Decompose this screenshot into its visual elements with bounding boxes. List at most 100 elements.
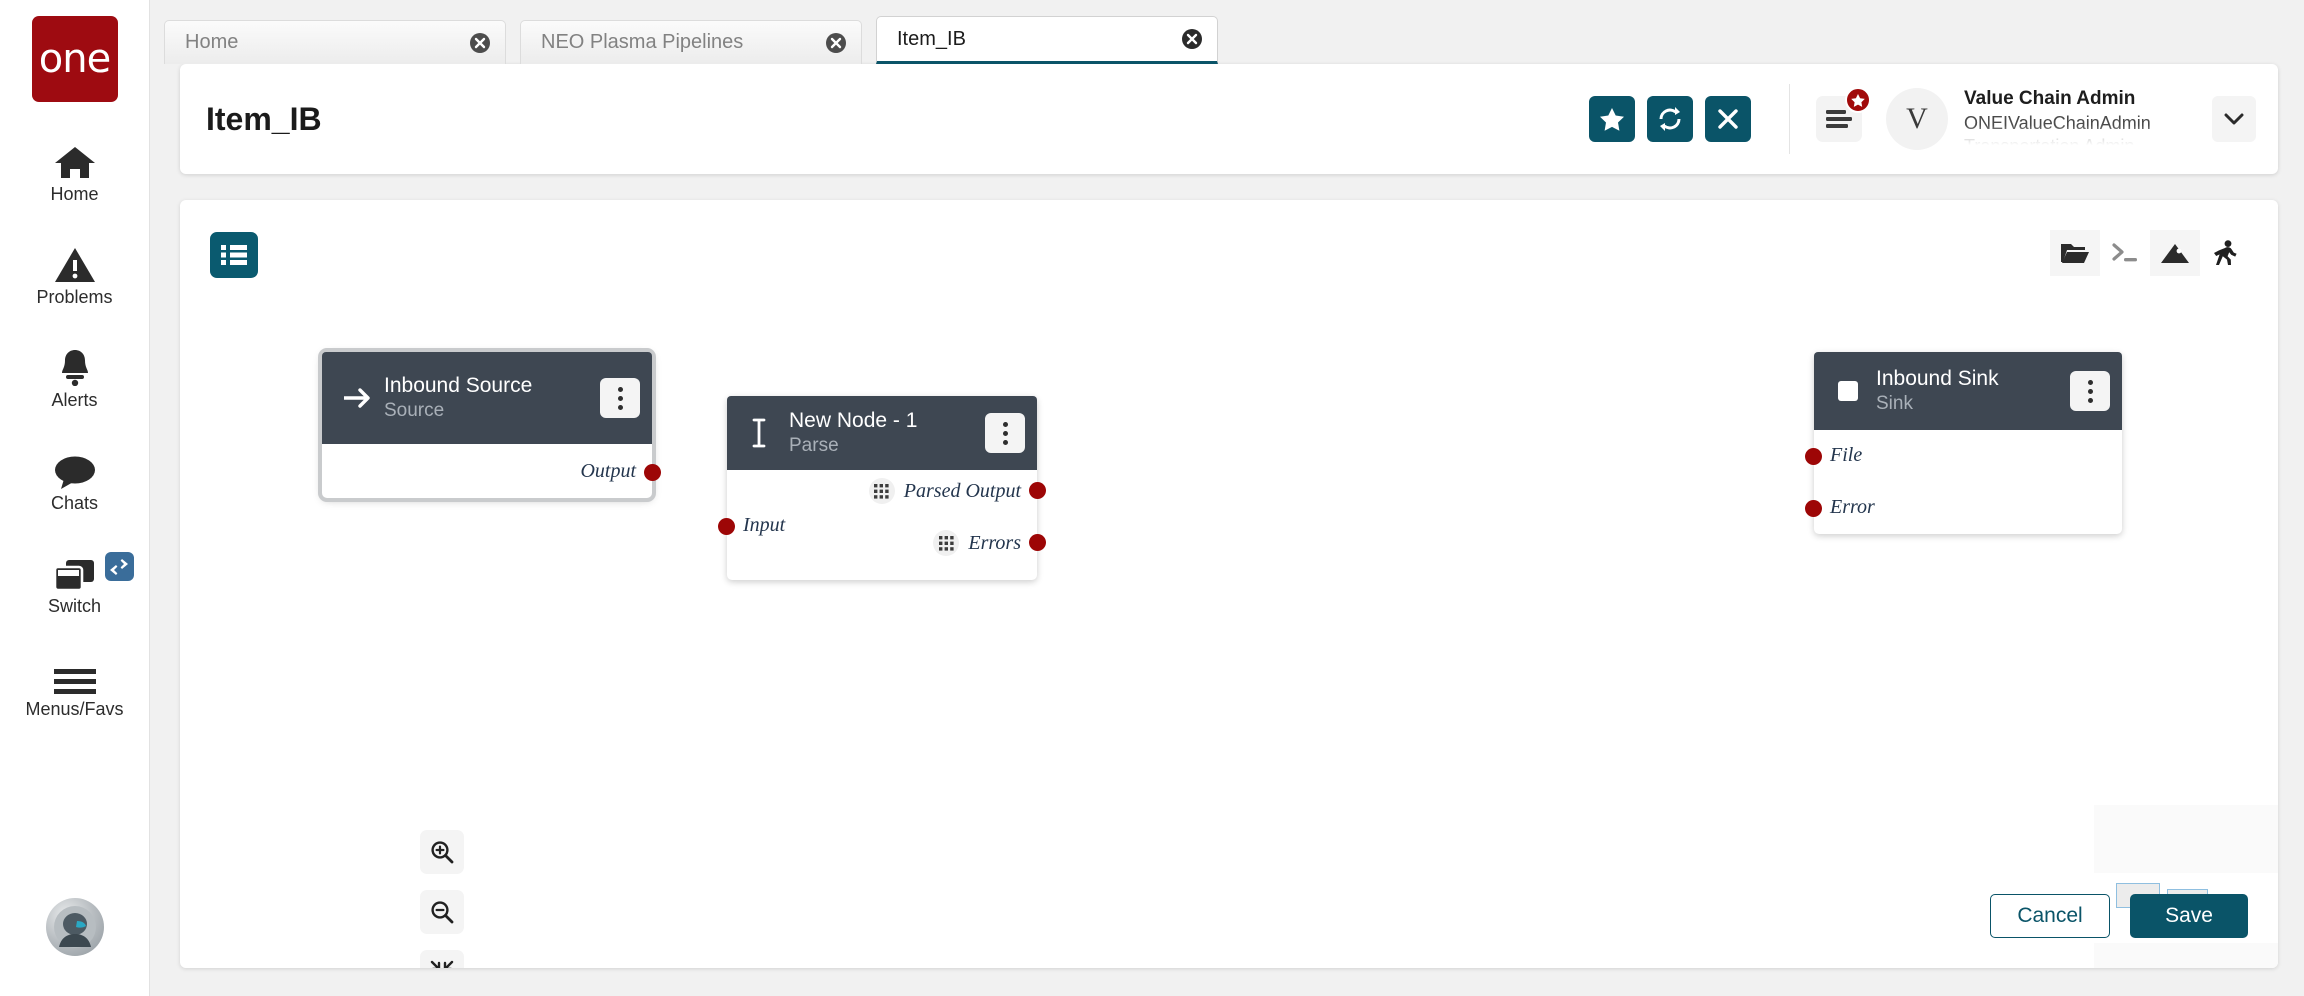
mountain-image-icon[interactable] xyxy=(2150,230,2200,276)
tab-item-ib[interactable]: Item_IB xyxy=(876,16,1218,64)
port-row-errors[interactable]: Errors xyxy=(933,530,1021,556)
list-menu-icon[interactable] xyxy=(1816,87,1871,142)
tab-item-ib-label: Item_IB xyxy=(897,27,966,50)
brand-logo-text: one xyxy=(38,36,111,82)
star-icon xyxy=(1845,87,1871,113)
port-label-error: Error xyxy=(1830,496,1875,518)
terminal-icon[interactable] xyxy=(2100,230,2150,276)
port-label-file: File xyxy=(1830,444,1863,466)
port-dot-input[interactable] xyxy=(718,518,735,535)
avatar-initial: V xyxy=(1906,102,1928,135)
save-button[interactable]: Save xyxy=(2130,894,2248,938)
port-row-input[interactable]: Input xyxy=(743,514,785,537)
node-body: File Error xyxy=(1805,430,2122,534)
favorite-button[interactable] xyxy=(1589,96,1635,142)
user-name: Value Chain Admin xyxy=(1964,88,2136,109)
avatar[interactable]: V xyxy=(1886,88,1948,150)
chevron-down-icon[interactable] xyxy=(2212,96,2256,142)
kebab-menu-icon[interactable] xyxy=(2070,371,2110,411)
node-title-block: New Node - 1 Parse xyxy=(789,408,985,458)
square-icon xyxy=(1836,379,1876,403)
node-subtitle: Parse xyxy=(789,435,839,456)
refresh-button[interactable] xyxy=(1647,96,1693,142)
canvas-minimap[interactable] xyxy=(2094,805,2278,968)
port-label-parsed-output: Parsed Output xyxy=(903,479,1021,502)
header-actions: V Value Chain Admin ONEIValueChainAdmin … xyxy=(1577,84,2278,154)
hamburger-icon xyxy=(53,651,96,695)
port-label-input: Input xyxy=(743,514,786,536)
node-title-block: Inbound Source Source xyxy=(384,373,600,423)
brand-logo[interactable]: one xyxy=(31,16,118,102)
port-row-file[interactable]: File xyxy=(1830,444,1862,467)
port-row-error[interactable]: Error xyxy=(1830,496,1875,519)
close-circle-icon[interactable] xyxy=(825,32,847,54)
bell-icon xyxy=(56,342,94,386)
node-body: Parsed Output Input Errors xyxy=(718,470,1046,580)
form-footer: Cancel Save xyxy=(1990,894,2248,938)
sidebar-item-alerts-label: Alerts xyxy=(51,390,98,410)
node-body: Output xyxy=(322,444,661,498)
arrow-right-icon xyxy=(344,387,384,409)
node-subtitle: Source xyxy=(384,400,445,421)
port-label-errors: Errors xyxy=(968,531,1021,554)
chat-bubble-icon xyxy=(54,445,96,489)
application-window: one Home Problems Alerts Chats Switch Me… xyxy=(0,0,2304,996)
sidebar-item-home[interactable]: Home xyxy=(0,136,150,205)
sidebar-item-chats-label: Chats xyxy=(50,493,99,513)
compress-arrows-icon[interactable] xyxy=(420,950,464,968)
node-inbound-sink[interactable]: Inbound Sink Sink File Error xyxy=(1805,352,2122,534)
close-circle-icon[interactable] xyxy=(1181,28,1203,50)
node-new-node-1[interactable]: New Node - 1 Parse Parsed Output Input E… xyxy=(718,396,1046,580)
user-info-block[interactable]: Value Chain Admin ONEIValueChainAdmin Tr… xyxy=(1964,87,2194,151)
port-label-output: Output xyxy=(580,460,636,482)
sidebar-item-home-label: Home xyxy=(50,184,99,204)
node-subtitle: Sink xyxy=(1876,393,1913,414)
magnify-plus-icon[interactable] xyxy=(420,830,464,874)
sidebar-item-alerts[interactable]: Alerts xyxy=(0,342,150,411)
port-dot-output[interactable] xyxy=(644,464,661,481)
exchange-arrows-icon[interactable] xyxy=(104,552,134,581)
port-dot-file[interactable] xyxy=(1805,448,1822,465)
pipeline-canvas-panel: Inbound Source Source Output New Node - … xyxy=(180,200,2278,968)
node-header[interactable]: New Node - 1 Parse xyxy=(727,396,1037,470)
sidebar-item-chats[interactable]: Chats xyxy=(0,445,150,514)
sidebar-item-switch-label: Switch xyxy=(47,596,101,616)
user-role: Transportation Admin xyxy=(1964,136,2135,151)
runner-icon[interactable] xyxy=(2200,230,2250,276)
folder-open-icon[interactable] xyxy=(2050,230,2100,276)
close-button[interactable] xyxy=(1705,96,1751,142)
tab-home[interactable]: Home xyxy=(164,20,506,64)
sidebar-item-problems[interactable]: Problems xyxy=(0,239,150,308)
left-navigation-rail: one Home Problems Alerts Chats Switch Me… xyxy=(0,0,150,996)
port-dot-parsed-output[interactable] xyxy=(1029,482,1046,499)
header-divider xyxy=(1789,84,1790,154)
sidebar-item-switch[interactable]: Switch xyxy=(0,548,150,617)
port-dot-errors[interactable] xyxy=(1029,534,1046,551)
port-row-output[interactable]: Output xyxy=(580,460,636,483)
port-row-parsed-output[interactable]: Parsed Output xyxy=(868,478,1021,504)
node-title: Inbound Sink xyxy=(1876,367,1999,390)
user-photo-avatar[interactable] xyxy=(45,898,104,956)
port-dot-error[interactable] xyxy=(1805,500,1822,517)
node-inbound-source[interactable]: Inbound Source Source Output xyxy=(322,352,661,498)
grid-icon xyxy=(868,478,895,504)
cancel-button[interactable]: Cancel xyxy=(1990,894,2110,938)
kebab-menu-icon[interactable] xyxy=(600,378,640,418)
page-header: Item_IB V Value Chain Admin ONEIValueCha… xyxy=(180,64,2278,174)
close-circle-icon[interactable] xyxy=(469,32,491,54)
zoom-controls xyxy=(420,830,464,968)
canvas-toolbar xyxy=(2050,230,2250,276)
sidebar-item-menus-favs[interactable]: Menus/Favs xyxy=(0,651,150,720)
sidebar-item-menus-favs-label: Menus/Favs xyxy=(25,699,124,719)
sidebar-item-problems-label: Problems xyxy=(36,287,113,307)
list-view-icon[interactable] xyxy=(210,232,258,278)
grid-icon xyxy=(933,530,960,556)
tab-neo-plasma-pipelines[interactable]: NEO Plasma Pipelines xyxy=(520,20,862,64)
node-title: Inbound Source xyxy=(384,374,533,397)
windows-stack-icon xyxy=(53,548,96,592)
node-header[interactable]: Inbound Source Source xyxy=(322,352,652,444)
kebab-menu-icon[interactable] xyxy=(985,413,1025,453)
node-header[interactable]: Inbound Sink Sink xyxy=(1814,352,2122,430)
text-cursor-icon xyxy=(749,418,789,448)
magnify-minus-icon[interactable] xyxy=(420,890,464,934)
